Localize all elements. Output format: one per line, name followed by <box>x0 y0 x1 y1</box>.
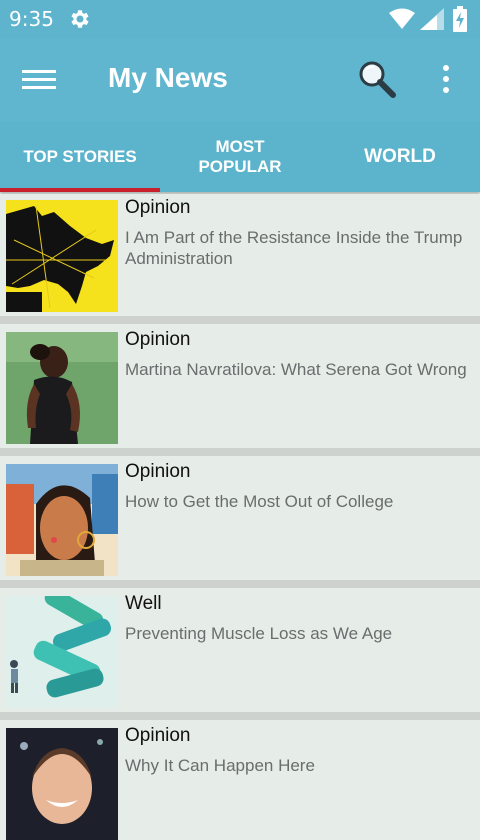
tab-indicator <box>0 188 160 192</box>
story-headline: Why It Can Happen Here <box>125 756 315 775</box>
story-headline: How to Get the Most Out of College <box>125 492 394 511</box>
gear-icon <box>71 10 89 28</box>
search-icon[interactable] <box>356 58 398 100</box>
story-item[interactable]: Opinion How to Get the Most Out of Colle… <box>0 458 480 576</box>
story-section: Opinion <box>125 725 191 746</box>
divider <box>0 316 480 324</box>
story-headline: Martina Navratilova: What Serena Got Wro… <box>125 360 467 379</box>
story-headline: Preventing Muscle Loss as We Age <box>125 624 393 643</box>
wifi-icon <box>389 8 415 29</box>
story-thumbnail <box>6 332 118 444</box>
story-thumbnail <box>6 728 118 840</box>
story-thumbnail <box>6 200 118 312</box>
app-title: My News <box>108 62 228 93</box>
story-item[interactable]: Opinion Why It Can Happen Here <box>0 722 480 840</box>
tab-world[interactable]: WORLD <box>320 122 480 192</box>
story-item[interactable]: Well Preventing Muscle Loss as We Age <box>0 590 480 708</box>
story-thumbnail <box>6 596 118 708</box>
menu-icon[interactable] <box>22 66 56 94</box>
divider <box>0 580 480 588</box>
tab-bar: TOP STORIES MOST POPULAR WORLD <box>0 122 480 192</box>
tab-top-stories[interactable]: TOP STORIES <box>0 122 160 192</box>
divider <box>0 448 480 456</box>
tab-most-popular[interactable]: MOST POPULAR <box>160 122 320 192</box>
story-section: Opinion <box>125 197 191 218</box>
status-bar: 9:35 <box>0 0 480 38</box>
divider <box>0 712 480 720</box>
story-item[interactable]: Opinion Martina Navratilova: What Serena… <box>0 326 480 444</box>
battery-icon <box>453 6 467 32</box>
story-headline: I Am Part of the Resistance Inside the T… <box>125 228 463 268</box>
story-thumbnail <box>6 464 118 576</box>
story-section: Opinion <box>125 329 191 350</box>
story-item[interactable]: Opinion I Am Part of the Resistance Insi… <box>0 194 480 312</box>
signal-icon <box>420 8 444 30</box>
more-vert-icon[interactable] <box>436 62 456 96</box>
app-bar: My News <box>0 38 480 122</box>
status-time: 9:35 <box>9 7 54 31</box>
story-section: Opinion <box>125 461 191 482</box>
story-section: Well <box>125 593 162 614</box>
tab-most-popular-label: MOST POPULAR <box>198 137 282 176</box>
